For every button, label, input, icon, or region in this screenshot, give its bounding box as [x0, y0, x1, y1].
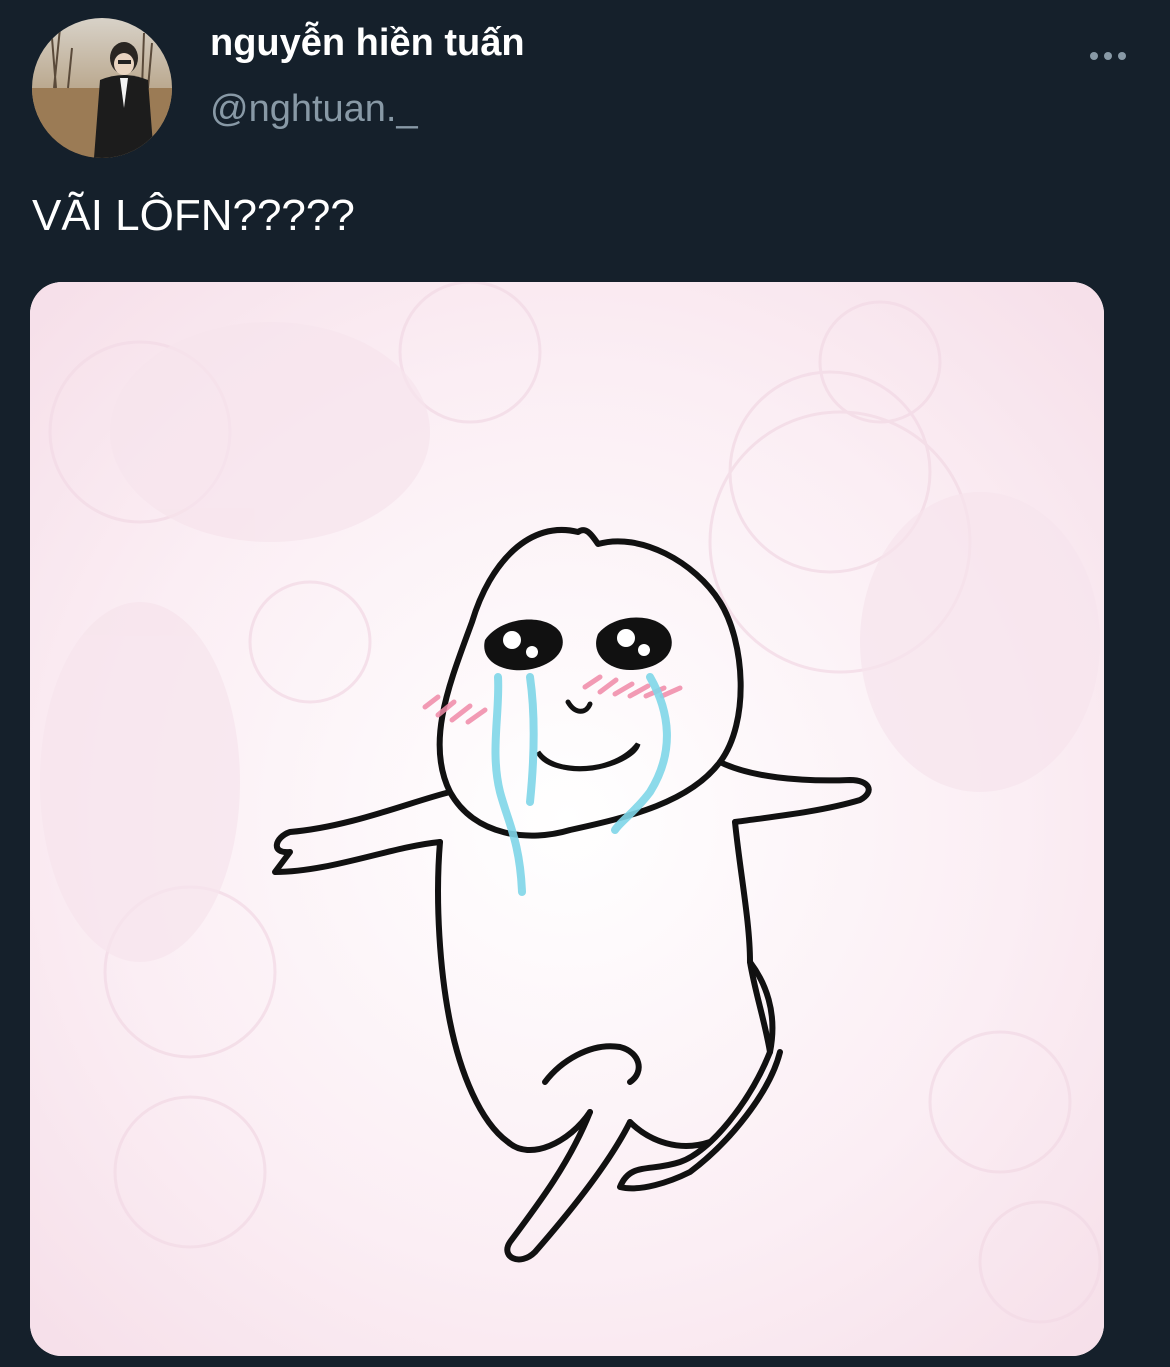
dot [1104, 52, 1112, 60]
tweet: nguyễn hiền tuấn @nghtuan._ VÃI LÔFN????… [0, 0, 1170, 1367]
author-display-name[interactable]: nguyễn hiền tuấn [210, 20, 525, 66]
more-dots-icon[interactable] [1080, 40, 1136, 72]
dot [1090, 52, 1098, 60]
author-handle[interactable]: @nghtuan._ [210, 86, 418, 132]
tweet-text: VÃI LÔFN????? [32, 191, 355, 240]
tweet-media-image[interactable] [30, 282, 1104, 1356]
avatar[interactable] [32, 18, 172, 158]
profile-photo-icon [32, 18, 172, 158]
dot [1118, 52, 1126, 60]
crying-blob-meme-image [30, 282, 1104, 1356]
